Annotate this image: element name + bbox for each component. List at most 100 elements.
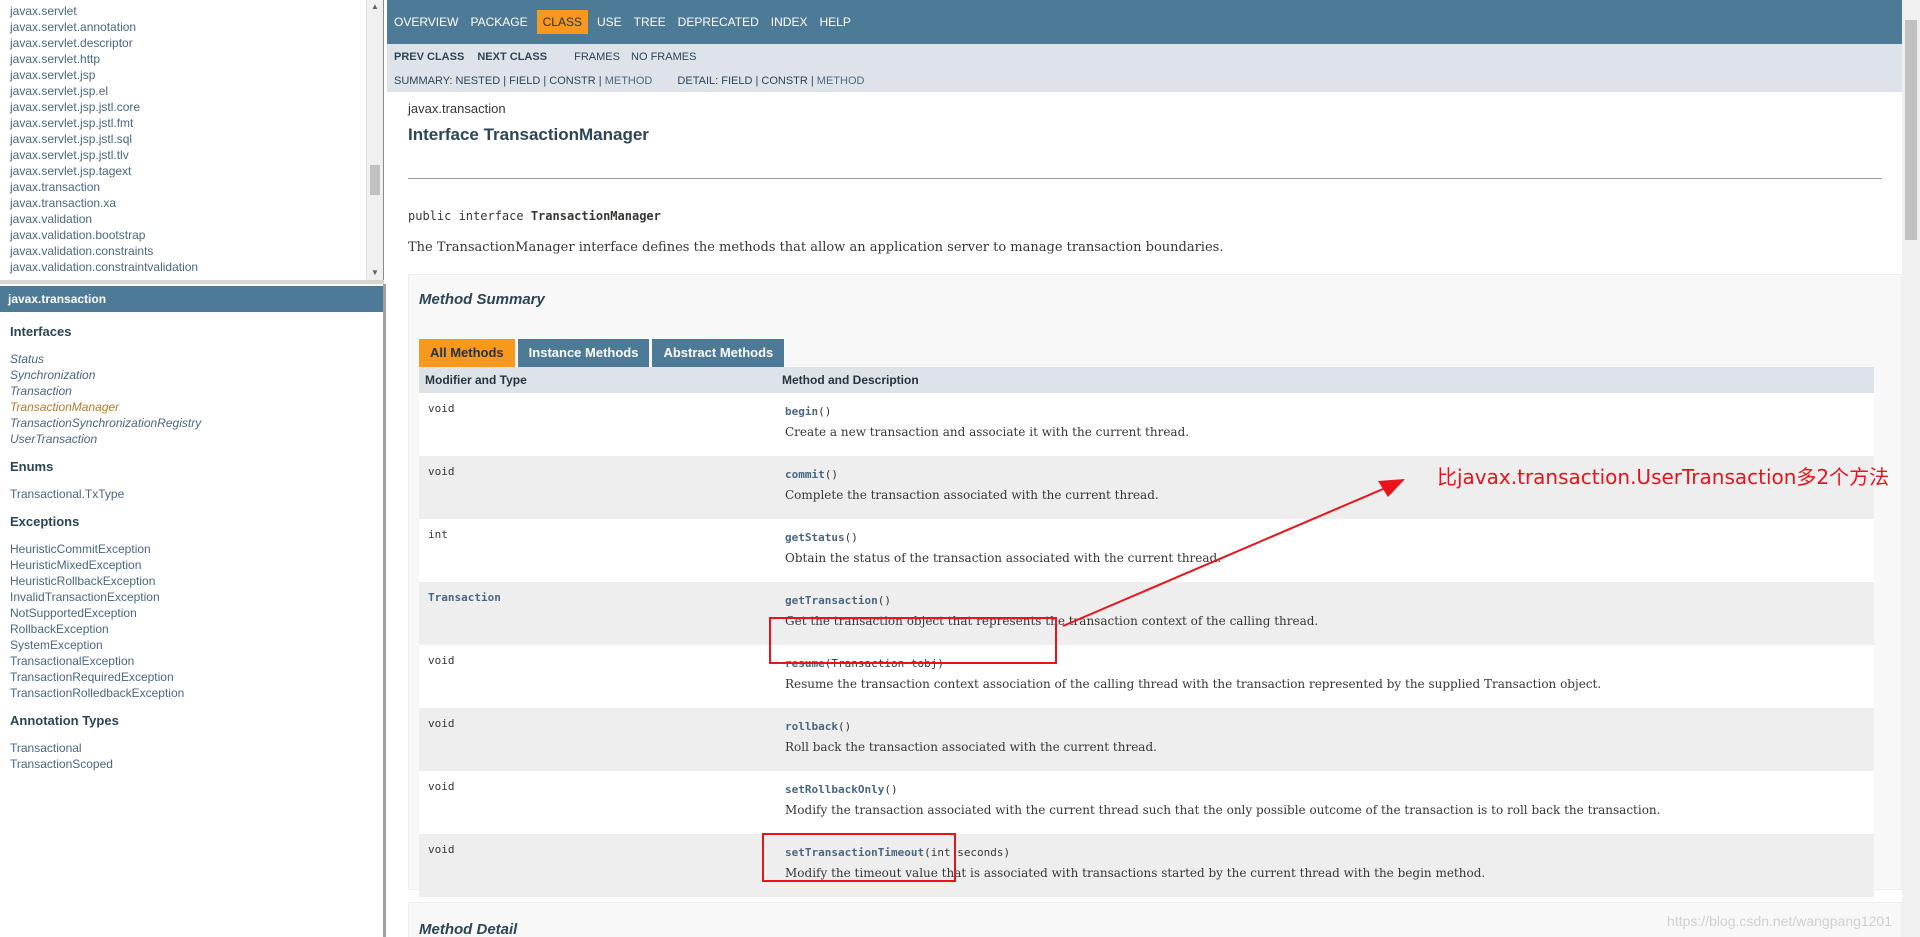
tab-abstract-methods[interactable]: Abstract Methods bbox=[652, 339, 785, 367]
package-list-item[interactable]: javax.servlet.descriptor bbox=[10, 35, 383, 51]
class-link[interactable]: TransactionRequiredException bbox=[10, 669, 383, 685]
class-link[interactable]: TransactionScoped bbox=[10, 756, 383, 772]
table-row: Transaction getTransaction() Get the trans… bbox=[419, 582, 1874, 645]
class-link[interactable]: HeuristicCommitException bbox=[10, 541, 383, 557]
type-signature: public interface TransactionManager bbox=[408, 209, 661, 223]
summary-nav-prefix: SUMMARY: NESTED | FIELD | CONSTR | bbox=[394, 75, 605, 87]
modifier-type: void bbox=[428, 780, 455, 793]
summary-method-link[interactable]: METHOD bbox=[605, 75, 653, 87]
method-summary-table: Modifier and Type Method and Description… bbox=[419, 367, 1874, 937]
nav-deprecated[interactable]: DEPRECATED bbox=[678, 10, 759, 34]
class-link[interactable]: SystemException bbox=[10, 637, 383, 653]
package-list-item[interactable]: javax.servlet.jsp.jstl.tlv bbox=[10, 147, 383, 163]
package-list-item[interactable]: javax.servlet.jsp.jstl.sql bbox=[10, 131, 383, 147]
type-description: The TransactionManager interface defines… bbox=[408, 240, 1224, 255]
nav-index[interactable]: INDEX bbox=[771, 10, 808, 34]
class-link[interactable]: TransactionRolledbackException bbox=[10, 685, 383, 701]
method-description: Roll back the transaction associated wit… bbox=[785, 740, 1157, 754]
package-list-item[interactable]: javax.servlet bbox=[10, 3, 383, 19]
watermark: https://blog.csdn.net/wangpang1201 bbox=[1667, 913, 1892, 929]
method-cell: rollback() Roll back the transaction asso… bbox=[776, 708, 1874, 771]
package-list: javax.servlet javax.servlet.annotation jav… bbox=[0, 3, 383, 275]
method-name-link[interactable]: setRollbackOnly bbox=[785, 783, 884, 796]
top-navbar: OVERVIEW PACKAGE CLASS USE TREE DEPRECATED IND… bbox=[387, 0, 1902, 44]
package-list-frame: javax.servlet javax.servlet.annotation jav… bbox=[0, 0, 384, 280]
package-list-item[interactable]: javax.servlet.jsp.jstl.fmt bbox=[10, 115, 383, 131]
page-scrollbar-thumb[interactable] bbox=[1905, 20, 1917, 240]
class-link[interactable]: Synchronization bbox=[10, 367, 383, 383]
interfaces-title: Interfaces bbox=[10, 324, 72, 339]
divider bbox=[408, 178, 1882, 179]
package-list-scrollbar[interactable]: ▲ ▼ bbox=[366, 0, 383, 280]
method-name-link[interactable]: getStatus bbox=[785, 531, 845, 544]
scroll-up-icon[interactable]: ▲ bbox=[367, 0, 383, 14]
annotation-box-suspend bbox=[762, 833, 956, 882]
nav-class[interactable]: CLASS bbox=[536, 10, 588, 34]
method-description: Modify the transaction associated with t… bbox=[785, 803, 1661, 817]
exceptions-title: Exceptions bbox=[10, 514, 80, 529]
enums-title: Enums bbox=[10, 459, 54, 474]
package-list-item[interactable]: javax.servlet.jsp.jstl.core bbox=[10, 99, 383, 115]
method-params: () bbox=[877, 594, 891, 607]
scrollbar-thumb[interactable] bbox=[370, 165, 380, 195]
table-row: void setTransactionTimeout(int seconds) Mo… bbox=[419, 834, 1874, 897]
nav-overview[interactable]: OVERVIEW bbox=[394, 10, 458, 34]
modifier-type: int bbox=[428, 528, 448, 541]
nav-use[interactable]: USE bbox=[597, 10, 622, 34]
method-description: Obtain the status of the transaction ass… bbox=[785, 551, 1222, 565]
class-link[interactable]: HeuristicRollbackException bbox=[10, 573, 383, 589]
modifier-type: void bbox=[428, 654, 455, 667]
package-list-item[interactable]: javax.transaction.xa bbox=[10, 195, 383, 211]
package-classes-frame: javax.transaction Interfaces Status Synch… bbox=[0, 284, 386, 937]
no-frames-link[interactable]: NO FRAMES bbox=[631, 51, 696, 63]
table-row: void resume(Transaction tobj) Resume the t… bbox=[419, 645, 1874, 708]
method-name-link[interactable]: commit bbox=[785, 468, 825, 481]
class-link[interactable]: Transactional.TxType bbox=[10, 486, 383, 502]
prev-class-link[interactable]: PREV CLASS bbox=[394, 51, 464, 63]
package-list-item[interactable]: javax.validation bbox=[10, 211, 383, 227]
class-link[interactable]: TransactionManager bbox=[10, 399, 383, 415]
method-summary-title: Method Summary bbox=[419, 291, 545, 308]
class-link[interactable]: HeuristicMixedException bbox=[10, 557, 383, 573]
method-description: Create a new transaction and associate i… bbox=[785, 425, 1190, 439]
package-heading[interactable]: javax.transaction bbox=[0, 286, 383, 312]
package-list-item[interactable]: javax.servlet.http bbox=[10, 51, 383, 67]
modifier-type[interactable]: Transaction bbox=[419, 582, 776, 645]
class-link[interactable]: RollbackException bbox=[10, 621, 383, 637]
next-class-link[interactable]: NEXT CLASS bbox=[477, 51, 547, 63]
class-link[interactable]: TransactionSynchronizationRegistry bbox=[10, 415, 383, 431]
method-name-link[interactable]: begin bbox=[785, 405, 818, 418]
method-tabs: All Methods Instance Methods Abstract Meth… bbox=[419, 339, 787, 367]
frames-link[interactable]: FRAMES bbox=[574, 51, 620, 63]
class-link[interactable]: Transaction bbox=[10, 383, 383, 399]
nav-package[interactable]: PACKAGE bbox=[470, 10, 527, 34]
scroll-down-icon[interactable]: ▼ bbox=[367, 266, 383, 280]
method-cell: getStatus() Obtain the status of the tran… bbox=[776, 519, 1874, 582]
method-name-link[interactable]: rollback bbox=[785, 720, 838, 733]
method-name-link[interactable]: getTransaction bbox=[785, 594, 878, 607]
package-list-item[interactable]: javax.servlet.annotation bbox=[10, 19, 383, 35]
package-list-item[interactable]: javax.validation.bootstrap bbox=[10, 227, 383, 243]
detail-method-link[interactable]: METHOD bbox=[817, 75, 865, 87]
method-description: Complete the transaction associated with… bbox=[785, 488, 1159, 502]
page-scrollbar[interactable] bbox=[1902, 0, 1920, 937]
nav-tree[interactable]: TREE bbox=[634, 10, 666, 34]
package-list-item[interactable]: javax.validation.constraintvalidation bbox=[10, 259, 383, 275]
package-list-item[interactable]: javax.validation.constraints bbox=[10, 243, 383, 259]
method-cell: setRollbackOnly() Modify the transaction … bbox=[776, 771, 1874, 834]
package-list-item[interactable]: javax.transaction bbox=[10, 179, 383, 195]
page-title: Interface TransactionManager bbox=[408, 125, 649, 144]
package-list-item[interactable]: javax.servlet.jsp bbox=[10, 67, 383, 83]
class-link[interactable]: TransactionalException bbox=[10, 653, 383, 669]
package-list-item[interactable]: javax.servlet.jsp.tagext bbox=[10, 163, 383, 179]
method-summary-block: Method Summary All Methods Instance Metho… bbox=[408, 274, 1902, 937]
class-link[interactable]: Status bbox=[10, 351, 383, 367]
class-link[interactable]: NotSupportedException bbox=[10, 605, 383, 621]
tab-all-methods[interactable]: All Methods bbox=[419, 339, 515, 367]
class-link[interactable]: UserTransaction bbox=[10, 431, 383, 447]
class-link[interactable]: InvalidTransactionException bbox=[10, 589, 383, 605]
class-link[interactable]: Transactional bbox=[10, 740, 383, 756]
package-list-item[interactable]: javax.servlet.jsp.el bbox=[10, 83, 383, 99]
nav-help[interactable]: HELP bbox=[819, 10, 850, 34]
tab-instance-methods[interactable]: Instance Methods bbox=[517, 339, 650, 367]
